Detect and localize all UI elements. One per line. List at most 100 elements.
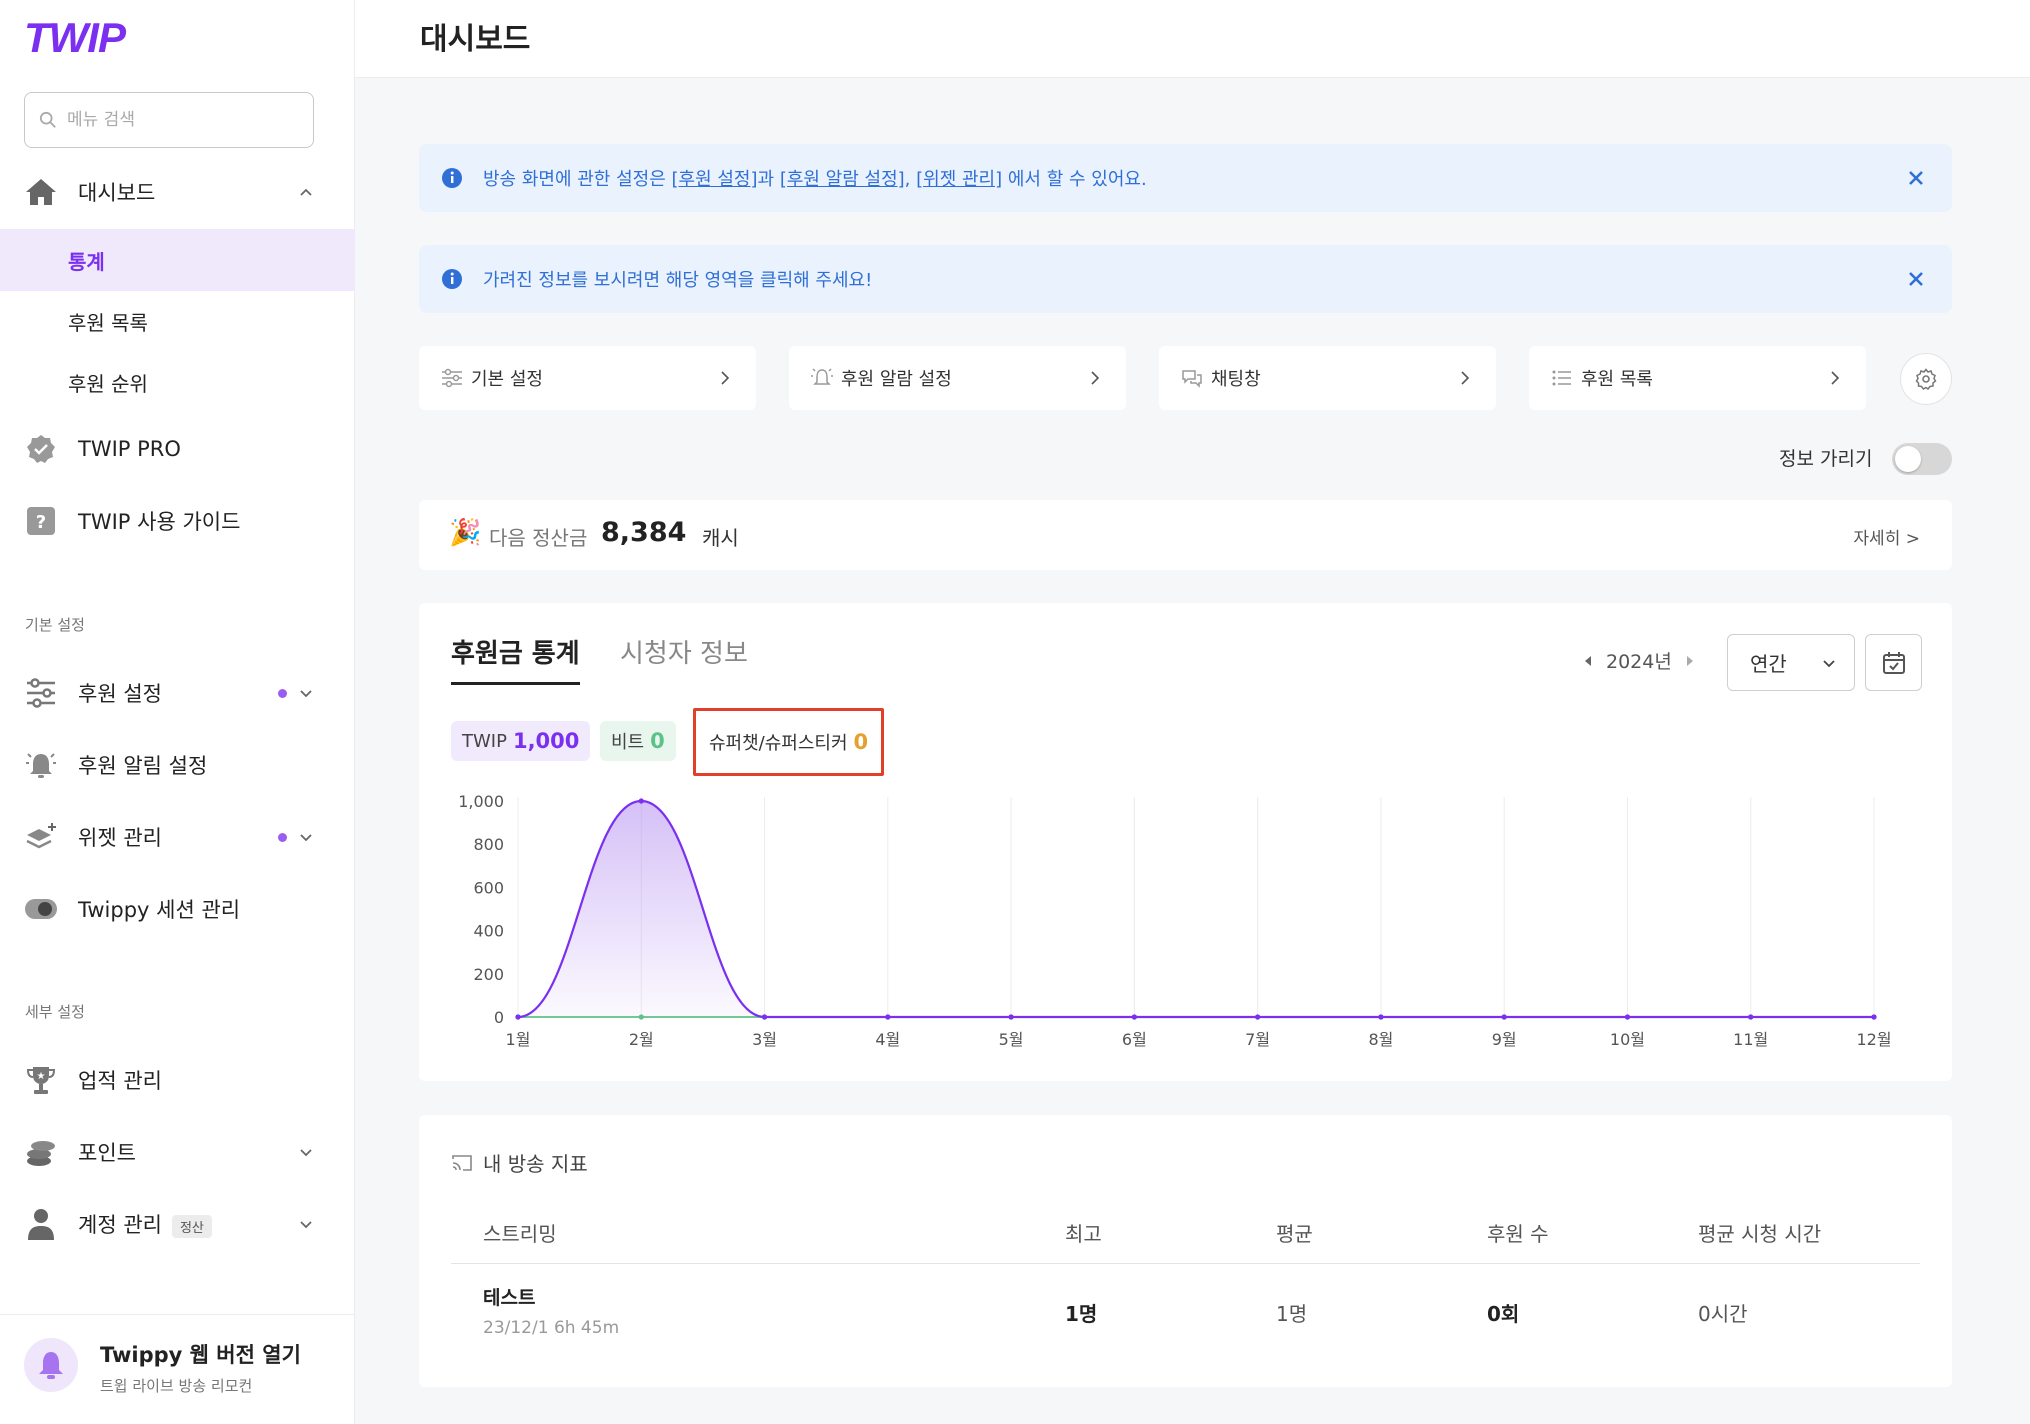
close-icon[interactable]	[1906, 269, 1926, 289]
new-dot	[278, 832, 287, 842]
link-donation-settings[interactable]: [후원 설정]	[672, 169, 758, 190]
data-point	[1378, 1014, 1384, 1020]
sidebar-item-account[interactable]: 계정 관리 정산	[0, 1207, 355, 1241]
question-icon: ?	[24, 504, 58, 538]
x-tick-label: 5월	[999, 1030, 1024, 1049]
column-header-watch-time: 평균 시청 시간	[1698, 1222, 1822, 1246]
settings-button[interactable]	[1900, 353, 1952, 405]
account-label: 계정 관리	[78, 1213, 162, 1237]
data-point	[761, 1014, 768, 1020]
column-header-donations: 후원 수	[1487, 1222, 1549, 1246]
hide-info-label: 정보 가리기	[1779, 448, 1873, 470]
sidebar-item-twip-pro[interactable]: TWIP PRO	[0, 432, 355, 466]
cell-avg: 1명	[1276, 1302, 1308, 1326]
svg-text:?: ?	[36, 512, 46, 533]
bell-icon	[24, 1338, 78, 1392]
x-tick-label: 11월	[1733, 1030, 1768, 1049]
sidebar-item-label: 업적 관리	[78, 1069, 162, 1093]
toggle-knob	[1895, 446, 1921, 472]
x-tick-label: 10월	[1610, 1030, 1645, 1049]
gear-icon	[1915, 368, 1937, 390]
sidebar-item-points[interactable]: 포인트	[0, 1135, 355, 1169]
y-tick-label: 600	[473, 878, 504, 897]
coins-icon	[24, 1135, 58, 1169]
toggle-icon	[24, 892, 58, 926]
y-tick-label: 400	[473, 922, 504, 941]
sidebar-item-label: 위젯 관리	[78, 826, 162, 850]
link-alarm-settings[interactable]: [후원 알람 설정]	[780, 169, 905, 190]
column-header-streaming: 스트리밍	[483, 1222, 557, 1246]
info-banner-hidden-info: 가려진 정보를 보시려면 해당 영역을 클릭해 주세요!	[419, 245, 1952, 313]
cell-watch-time: 0시간	[1698, 1302, 1748, 1326]
quick-link-chat[interactable]: 채팅창	[1159, 346, 1496, 410]
data-point	[1501, 1014, 1507, 1020]
stream-meta: 23/12/1 6h 45m	[483, 1318, 620, 1338]
twippy-subtitle: 트윕 라이브 방송 리모컨	[100, 1377, 253, 1395]
donation-stats-panel: 후원금 통계 시청자 정보 2024년 연간 TWIP 1,000 비트 0 슈퍼챗…	[419, 603, 1952, 1081]
data-point	[1871, 1014, 1877, 1020]
settlement-more-link[interactable]: 자세히 >	[1853, 524, 1920, 549]
sidebar-item-label: Twippy 세션 관리	[78, 898, 241, 922]
quick-link-basic-settings[interactable]: 기본 설정	[419, 346, 756, 410]
topbar: 대시보드	[355, 0, 2030, 78]
banner-text: 가려진 정보를 보시려면 해당 영역을 클릭해 주세요!	[483, 270, 873, 291]
chevron-down-icon	[300, 1149, 312, 1157]
link-widget-management[interactable]: [위젯 관리]	[916, 169, 1002, 190]
info-icon	[442, 168, 462, 188]
sliders-icon	[24, 676, 58, 710]
sidebar-item-statistics[interactable]: 통계	[0, 229, 355, 291]
alert-bell-icon	[24, 748, 58, 782]
broadcast-indicators: 내 방송 지표 스트리밍 최고 평균 후원 수 평균 시청 시간 테스트 23/…	[419, 1115, 1952, 1387]
chevron-down-icon	[300, 1221, 312, 1229]
twippy-title: Twippy 웹 버전 열기	[100, 1343, 301, 1367]
quick-link-alarm-settings[interactable]: 후원 알람 설정	[789, 346, 1126, 410]
menu-search[interactable]	[24, 92, 314, 148]
data-point	[515, 1014, 521, 1020]
quick-link-donation-list[interactable]: 후원 목록	[1529, 346, 1866, 410]
sidebar-item-label: 대시보드	[78, 181, 156, 205]
data-point	[1008, 1014, 1014, 1020]
new-dot	[278, 688, 287, 698]
twip-logo[interactable]: TWIP	[24, 14, 126, 62]
sidebar-item-label: TWIP PRO	[78, 437, 181, 461]
sidebar: TWIP 대시보드 통계 후원 목록 후원 순위 TWIP PRO ? TWIP…	[0, 0, 355, 1424]
banner-text-suffix: 에서 할 수 있어요.	[1002, 169, 1147, 190]
column-header-avg: 평균	[1276, 1222, 1313, 1246]
data-point	[1624, 1014, 1631, 1020]
sidebar-item-alert-settings[interactable]: 후원 알림 설정	[0, 748, 355, 782]
broadcast-title: 내 방송 지표	[483, 1152, 588, 1176]
section-label-detail: 세부 설정	[25, 1003, 85, 1021]
verified-badge-icon	[24, 432, 58, 466]
menu-search-input[interactable]	[67, 110, 297, 130]
sidebar-item-achievements[interactable]: ★ 업적 관리	[0, 1063, 355, 1097]
sidebar-item-donation-settings[interactable]: 후원 설정	[0, 676, 355, 710]
user-icon	[24, 1207, 58, 1241]
chevron-right-icon	[1091, 371, 1100, 385]
hide-info-toggle[interactable]	[1892, 443, 1952, 475]
y-tick-label: 200	[473, 965, 504, 984]
series-area-twip	[518, 801, 1874, 1017]
sidebar-item-donation-rank[interactable]: 후원 순위	[0, 351, 355, 413]
sidebar-item-twippy-session[interactable]: Twippy 세션 관리	[0, 892, 355, 926]
sidebar-item-label: 포인트	[78, 1141, 136, 1165]
close-icon[interactable]	[1906, 168, 1926, 188]
chevron-down-icon	[300, 690, 312, 698]
sidebar-item-widget[interactable]: 위젯 관리	[0, 820, 355, 854]
layers-plus-icon	[24, 820, 58, 854]
sidebar-item-label: TWIP 사용 가이드	[78, 510, 241, 534]
sidebar-item-donation-list[interactable]: 후원 목록	[0, 290, 355, 352]
x-tick-label: 9월	[1492, 1030, 1517, 1049]
sidebar-item-dashboard[interactable]: 대시보드	[0, 175, 355, 209]
twippy-open-card[interactable]: Twippy 웹 버전 열기 트윕 라이브 방송 리모컨	[0, 1314, 355, 1424]
svg-text:★: ★	[37, 1071, 46, 1082]
sidebar-item-label: 후원 알림 설정	[78, 754, 208, 778]
chevron-right-icon	[721, 371, 730, 385]
settlement-card: 🎉 다음 정산금 8,384 캐시 자세히 >	[419, 500, 1952, 570]
x-tick-label: 8월	[1368, 1030, 1393, 1049]
sliders-icon	[442, 368, 462, 388]
alert-bell-icon	[811, 368, 833, 385]
sidebar-item-guide[interactable]: ? TWIP 사용 가이드	[0, 504, 355, 538]
list-icon	[1552, 370, 1571, 386]
banner-text-mid: 과	[757, 169, 780, 190]
data-point	[885, 1014, 891, 1020]
